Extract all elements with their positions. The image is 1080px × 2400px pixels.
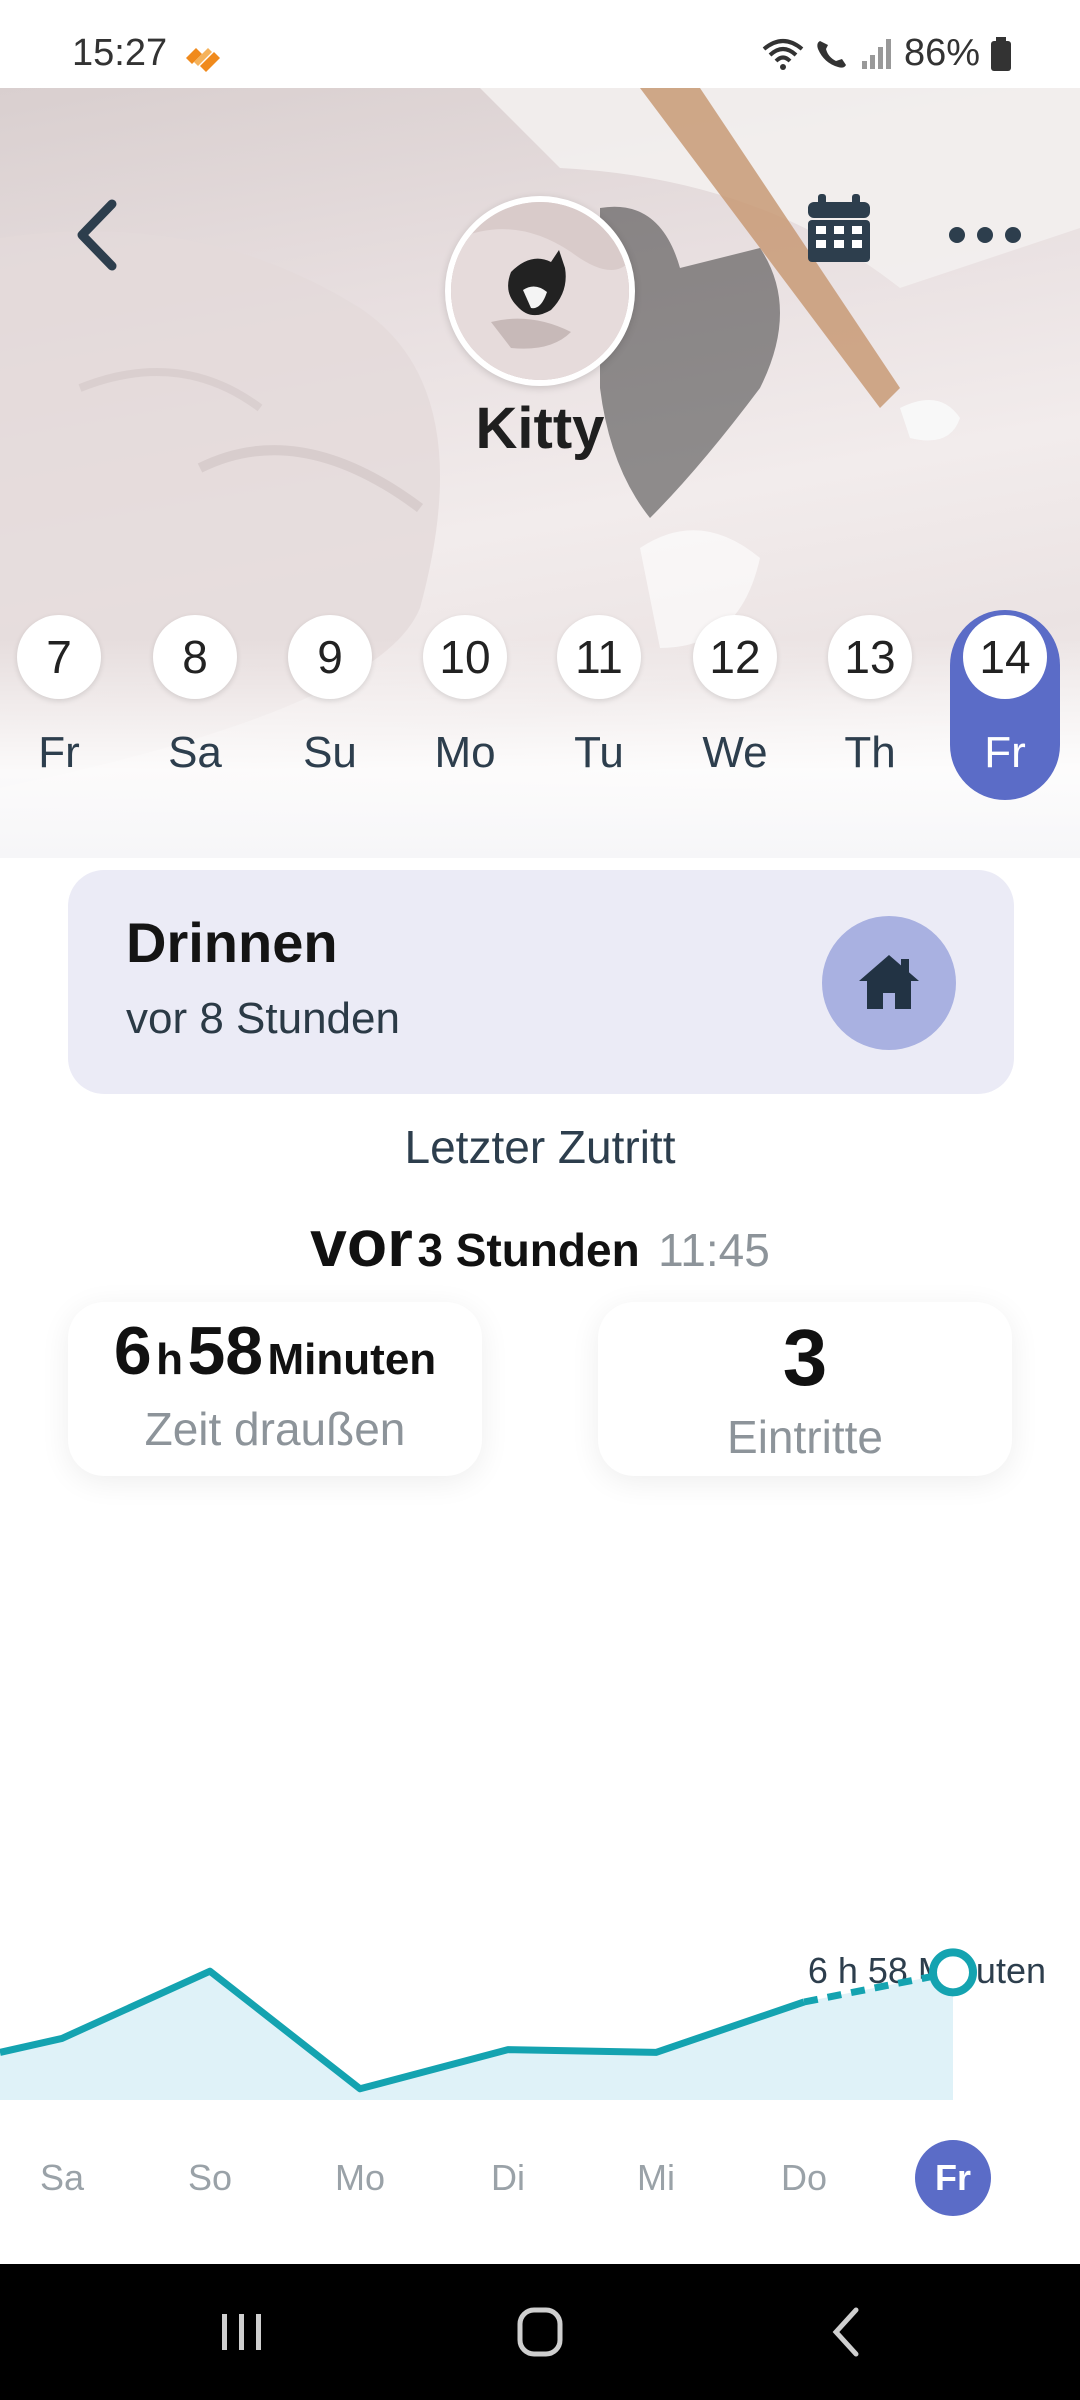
day-weekday: Sa bbox=[168, 728, 222, 777]
home-icon bbox=[859, 955, 919, 1009]
recent-apps-icon bbox=[222, 2314, 261, 2350]
signal-icon bbox=[861, 38, 891, 69]
weekly-outside-chart bbox=[0, 1948, 977, 2100]
back-button[interactable] bbox=[60, 190, 140, 280]
chevron-left-icon bbox=[77, 199, 117, 271]
day-number: 12 bbox=[693, 615, 777, 699]
day-number: 13 bbox=[828, 615, 912, 699]
calendar-button[interactable] bbox=[800, 190, 878, 268]
day-weekday: Tu bbox=[574, 728, 624, 777]
day-item[interactable]: 12 We bbox=[680, 610, 790, 800]
back-nav-button[interactable] bbox=[808, 2302, 888, 2362]
day-weekday: Mo bbox=[434, 728, 496, 777]
chart-x-tick[interactable]: Fr bbox=[915, 2140, 991, 2216]
day-number: 10 bbox=[423, 615, 507, 699]
location-status-title: Drinnen bbox=[126, 911, 338, 974]
last-entry-label: Letzter Zutritt bbox=[404, 1121, 676, 1173]
call-icon bbox=[817, 40, 846, 68]
day-item[interactable]: 9 Su bbox=[275, 610, 385, 800]
recent-apps-button[interactable] bbox=[202, 2302, 282, 2362]
day-weekday: Fr bbox=[984, 728, 1026, 777]
day-weekday: Su bbox=[303, 728, 357, 777]
entries-label: Eintritte bbox=[727, 1411, 883, 1463]
entries-card: 3 Eintritte bbox=[598, 1302, 1012, 1476]
chart-x-tick[interactable]: So bbox=[165, 2140, 255, 2216]
calendar-icon bbox=[808, 194, 870, 262]
day-number: 11 bbox=[557, 615, 641, 699]
status-bar: 15:27 86% bbox=[0, 0, 1080, 88]
chart-x-tick[interactable]: Mi bbox=[611, 2140, 701, 2216]
last-entry-duration: 3 Stunden bbox=[417, 1224, 640, 1276]
more-options-button[interactable] bbox=[945, 208, 1025, 258]
outside-hours: 6 bbox=[113, 1313, 152, 1389]
pet-name: Kitty bbox=[475, 396, 605, 461]
chart-x-tick[interactable]: Sa bbox=[17, 2140, 107, 2216]
day-item[interactable]: 14 Fr bbox=[950, 610, 1060, 800]
battery-percent: 86% bbox=[903, 32, 980, 74]
time-outside-label: Zeit draußen bbox=[144, 1403, 406, 1455]
location-status-time: vor 8 Stunden bbox=[126, 994, 400, 1043]
entries-count: 3 bbox=[782, 1313, 828, 1402]
chart-x-axis: Sa So Mo Di Mi Do Fr bbox=[0, 2140, 1080, 2220]
app-screen: { "status_bar": { "time": "15:27", "batt… bbox=[0, 0, 1080, 2400]
chart-x-tick[interactable]: Do bbox=[759, 2140, 849, 2216]
outside-minutes-unit: Minuten bbox=[267, 1335, 437, 1384]
battery-icon bbox=[991, 36, 1011, 71]
day-number: 8 bbox=[153, 615, 237, 699]
day-item[interactable]: 7 Fr bbox=[4, 610, 114, 800]
last-entry-prefix: vor bbox=[310, 1206, 413, 1280]
location-status-card[interactable]: Drinnen vor 8 Stunden bbox=[68, 870, 1014, 1094]
home-status-button[interactable] bbox=[822, 916, 956, 1050]
status-time: 15:27 bbox=[72, 32, 168, 74]
day-item[interactable]: 11 Tu bbox=[544, 610, 654, 800]
outside-hours-unit: h bbox=[156, 1335, 183, 1384]
chart-x-tick[interactable]: Mo bbox=[315, 2140, 405, 2216]
system-nav-bar bbox=[0, 2264, 1080, 2400]
last-entry-value: vor 3 Stunden 11:45 bbox=[0, 1205, 1080, 1281]
chart-current-point bbox=[929, 1948, 977, 1997]
day-selector: 7 Fr 8 Sa 9 Su 10 Mo 11 Tu 12 We 13 Th 14 Fr bbox=[0, 600, 1080, 810]
day-weekday: We bbox=[702, 728, 768, 777]
status-icons: 86% bbox=[762, 32, 1012, 75]
app-notification-icon bbox=[182, 42, 222, 77]
time-outside-value: 6 h 58 Minuten bbox=[68, 1312, 482, 1390]
day-item[interactable]: 10 Mo bbox=[410, 610, 520, 800]
back-icon bbox=[832, 2307, 859, 2357]
outside-minutes: 58 bbox=[187, 1313, 264, 1389]
day-weekday: Th bbox=[844, 728, 896, 777]
day-item[interactable]: 8 Sa bbox=[140, 610, 250, 800]
chart-area-fill bbox=[0, 1971, 953, 2100]
day-number: 14 bbox=[963, 615, 1047, 699]
day-number: 9 bbox=[288, 615, 372, 699]
more-horizontal-icon bbox=[949, 227, 1021, 243]
day-item[interactable]: 13 Th bbox=[815, 610, 925, 800]
home-circle-icon bbox=[517, 2307, 563, 2357]
wifi-icon bbox=[762, 38, 804, 70]
day-weekday: Fr bbox=[38, 728, 80, 777]
last-entry-time: 11:45 bbox=[658, 1224, 770, 1276]
entries-value: 3 bbox=[598, 1312, 1012, 1404]
day-number: 7 bbox=[17, 615, 101, 699]
time-outside-card: 6 h 58 Minuten Zeit draußen bbox=[68, 1302, 482, 1476]
home-nav-button[interactable] bbox=[500, 2302, 580, 2362]
chart-x-tick[interactable]: Di bbox=[463, 2140, 553, 2216]
pet-avatar[interactable] bbox=[445, 196, 635, 386]
